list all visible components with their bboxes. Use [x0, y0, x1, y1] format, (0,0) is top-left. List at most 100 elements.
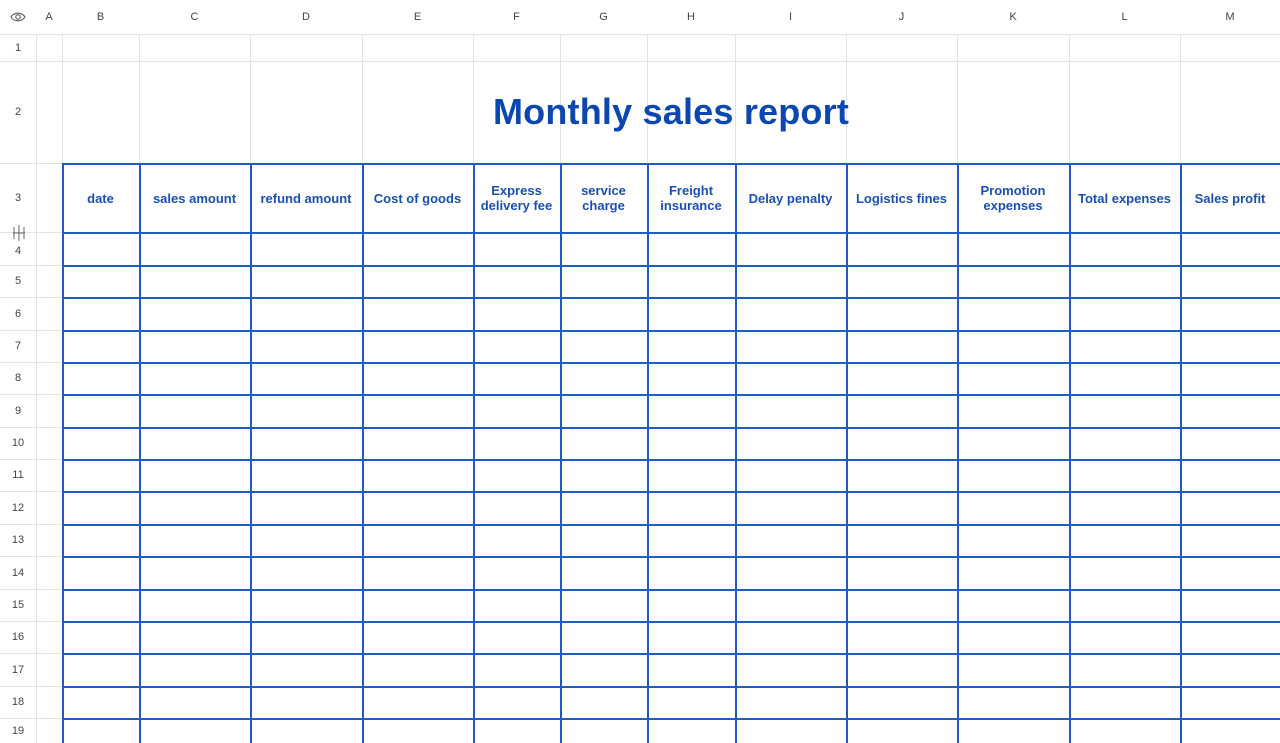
table-header-cell[interactable]: date [62, 164, 139, 232]
table-cell[interactable] [139, 330, 250, 362]
table-cell[interactable] [250, 491, 362, 524]
table-cell[interactable] [362, 653, 473, 686]
table-cell[interactable] [362, 265, 473, 297]
table-cell[interactable] [62, 491, 139, 524]
table-cell[interactable] [735, 394, 846, 427]
table-cell[interactable] [1180, 427, 1280, 459]
row-header-1[interactable]: 1 [0, 34, 36, 61]
table-cell[interactable] [362, 556, 473, 589]
table-cell[interactable] [1069, 362, 1180, 394]
table-cell[interactable] [1069, 265, 1180, 297]
table-header-cell[interactable]: Logistics fines [846, 164, 957, 232]
table-cell[interactable] [139, 556, 250, 589]
table-cell[interactable] [735, 265, 846, 297]
table-cell[interactable] [735, 556, 846, 589]
table-cell[interactable] [473, 718, 560, 743]
table-header-cell[interactable]: Express delivery fee [473, 164, 560, 232]
table-cell[interactable] [139, 686, 250, 718]
column-header-l[interactable]: L [1069, 0, 1180, 34]
table-cell[interactable] [957, 459, 1069, 491]
table-cell[interactable] [362, 718, 473, 743]
table-header-cell[interactable]: Cost of goods [362, 164, 473, 232]
table-cell[interactable] [473, 686, 560, 718]
table-cell[interactable] [1069, 459, 1180, 491]
table-header-cell[interactable]: refund amount [250, 164, 362, 232]
column-header-g[interactable]: G [560, 0, 647, 34]
table-cell[interactable] [139, 718, 250, 743]
table-cell[interactable] [62, 718, 139, 743]
row-header-4[interactable]: 4 [0, 232, 36, 265]
table-cell[interactable] [62, 265, 139, 297]
table-cell[interactable] [735, 589, 846, 621]
table-cell[interactable] [250, 556, 362, 589]
column-header-m[interactable]: M [1180, 0, 1280, 34]
table-cell[interactable] [139, 459, 250, 491]
table-cell[interactable] [62, 621, 139, 653]
table-cell[interactable] [647, 556, 735, 589]
table-header-cell[interactable]: Sales profit [1180, 164, 1280, 232]
table-cell[interactable] [250, 459, 362, 491]
table-cell[interactable] [250, 589, 362, 621]
table-cell[interactable] [62, 232, 139, 265]
table-cell[interactable] [62, 394, 139, 427]
table-cell[interactable] [250, 621, 362, 653]
table-cell[interactable] [1069, 621, 1180, 653]
table-cell[interactable] [846, 621, 957, 653]
table-cell[interactable] [846, 265, 957, 297]
table-cell[interactable] [250, 232, 362, 265]
table-cell[interactable] [62, 297, 139, 330]
table-cell[interactable] [473, 297, 560, 330]
table-cell[interactable] [560, 459, 647, 491]
table-cell[interactable] [846, 686, 957, 718]
table-cell[interactable] [1069, 589, 1180, 621]
row-header-2[interactable]: 2 [0, 61, 36, 163]
table-cell[interactable] [139, 394, 250, 427]
table-cell[interactable] [1069, 394, 1180, 427]
table-cell[interactable] [1180, 524, 1280, 556]
table-cell[interactable] [735, 686, 846, 718]
table-cell[interactable] [735, 427, 846, 459]
table-cell[interactable] [560, 589, 647, 621]
table-cell[interactable] [1180, 330, 1280, 362]
table-cell[interactable] [647, 232, 735, 265]
table-cell[interactable] [957, 556, 1069, 589]
table-cell[interactable] [846, 459, 957, 491]
row-header-18[interactable]: 18 [0, 686, 36, 718]
table-cell[interactable] [362, 621, 473, 653]
table-cell[interactable] [1180, 362, 1280, 394]
table-cell[interactable] [957, 427, 1069, 459]
row-header-3[interactable]: 3 [0, 163, 36, 232]
table-cell[interactable] [250, 330, 362, 362]
table-cell[interactable] [957, 491, 1069, 524]
table-cell[interactable] [473, 491, 560, 524]
table-cell[interactable] [846, 653, 957, 686]
table-cell[interactable] [473, 265, 560, 297]
table-cell[interactable] [473, 427, 560, 459]
table-cell[interactable] [1069, 427, 1180, 459]
table-cell[interactable] [735, 232, 846, 265]
table-cell[interactable] [1069, 556, 1180, 589]
column-header-i[interactable]: I [735, 0, 846, 34]
table-header-cell[interactable]: sales amount [139, 164, 250, 232]
table-cell[interactable] [139, 427, 250, 459]
table-cell[interactable] [473, 589, 560, 621]
row-header-13[interactable]: 13 [0, 524, 36, 556]
table-cell[interactable] [250, 718, 362, 743]
row-header-12[interactable]: 12 [0, 491, 36, 524]
table-cell[interactable] [957, 524, 1069, 556]
table-cell[interactable] [647, 362, 735, 394]
table-header-cell[interactable]: Total expenses [1069, 164, 1180, 232]
table-cell[interactable] [362, 427, 473, 459]
table-cell[interactable] [362, 330, 473, 362]
table-cell[interactable] [735, 297, 846, 330]
table-cell[interactable] [957, 653, 1069, 686]
table-cell[interactable] [957, 394, 1069, 427]
row-header-6[interactable]: 6 [0, 297, 36, 330]
table-cell[interactable] [139, 362, 250, 394]
table-cell[interactable] [1180, 589, 1280, 621]
table-cell[interactable] [647, 653, 735, 686]
table-cell[interactable] [250, 427, 362, 459]
table-cell[interactable] [560, 686, 647, 718]
row-header-10[interactable]: 10 [0, 427, 36, 459]
column-header-d[interactable]: D [250, 0, 362, 34]
